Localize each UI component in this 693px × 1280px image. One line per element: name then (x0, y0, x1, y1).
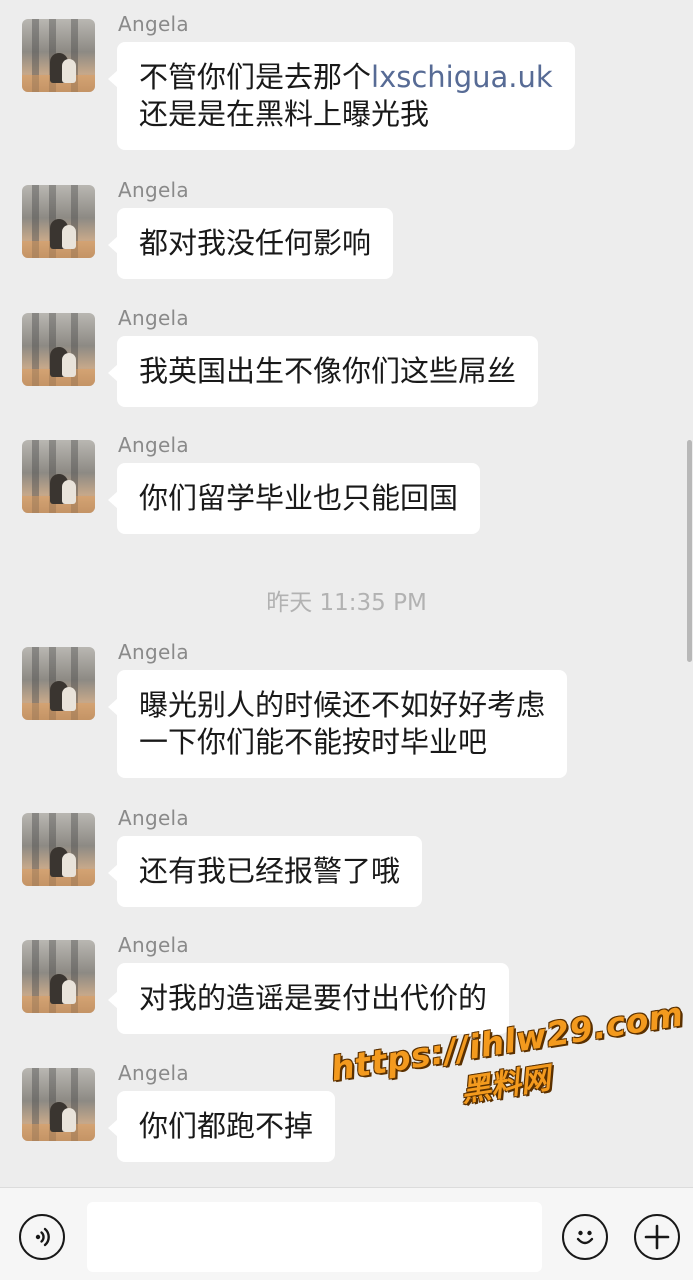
message-input[interactable] (87, 1202, 542, 1272)
emoji-icon (576, 1230, 594, 1245)
avatar[interactable] (22, 185, 95, 258)
message-bubble[interactable]: 都对我没任何影响 (107, 208, 394, 279)
avatar[interactable] (22, 647, 95, 720)
plus-icon (644, 1224, 670, 1250)
avatar[interactable] (22, 440, 95, 513)
message-text: 还有我已经报警了哦 (139, 854, 401, 888)
sender-name: Angela (118, 806, 189, 830)
avatar[interactable] (22, 313, 95, 386)
sender-name: Angela (118, 433, 189, 457)
message-bubble[interactable]: 你们留学毕业也只能回国 (107, 463, 481, 534)
input-bar (0, 1187, 693, 1280)
sender-name: Angela (118, 306, 189, 330)
voice-icon (35, 1227, 50, 1247)
sender-name: Angela (118, 178, 189, 202)
message-bubble[interactable]: 你们都跑不掉 (107, 1091, 336, 1162)
message-text: 都对我没任何影响 (139, 226, 372, 260)
avatar[interactable] (22, 940, 95, 1013)
avatar[interactable] (22, 19, 95, 92)
message-text: 还是是在黑料上曝光我 (139, 97, 430, 131)
message-text: 对我的造谣是要付出代价的 (139, 981, 488, 1015)
scrollbar[interactable] (687, 440, 692, 662)
sender-name: Angela (118, 640, 189, 664)
avatar[interactable] (22, 1068, 95, 1141)
message-text: 你们留学毕业也只能回国 (139, 481, 459, 515)
timestamp-divider: 昨天 11:35 PM (266, 590, 427, 616)
chat-area[interactable]: Angela 不管你们是去那个lxschigua.uk 还是是在黑料上曝光我 A… (0, 0, 693, 1187)
message-bubble[interactable]: 我英国出生不像你们这些屌丝 (107, 336, 539, 407)
plus-button[interactable] (634, 1214, 680, 1260)
sender-name: Angela (118, 933, 189, 957)
message-link[interactable]: lxschigua.uk (371, 60, 553, 94)
sender-name: Angela (118, 12, 189, 36)
message-text: 曝光别人的时候还不如好好考虑 (139, 688, 546, 722)
message-bubble[interactable]: 不管你们是去那个lxschigua.uk 还是是在黑料上曝光我 (108, 42, 575, 150)
message-text: 你们都跑不掉 (139, 1109, 314, 1143)
message-bubble[interactable]: 还有我已经报警了哦 (107, 836, 423, 907)
message-text: 我英国出生不像你们这些屌丝 (139, 354, 517, 388)
sender-name: Angela (118, 1061, 189, 1085)
avatar[interactable] (22, 813, 95, 886)
message-text: 不管你们是去那个 (139, 60, 372, 94)
message-text: 一下你们能不能按时毕业吧 (139, 725, 488, 759)
message-bubble[interactable]: 曝光别人的时候还不如好好考虑 一下你们能不能按时毕业吧 (107, 670, 568, 778)
message-bubble[interactable]: 对我的造谣是要付出代价的 (107, 963, 510, 1034)
emoji-button[interactable] (562, 1214, 608, 1260)
voice-button[interactable] (19, 1214, 65, 1260)
